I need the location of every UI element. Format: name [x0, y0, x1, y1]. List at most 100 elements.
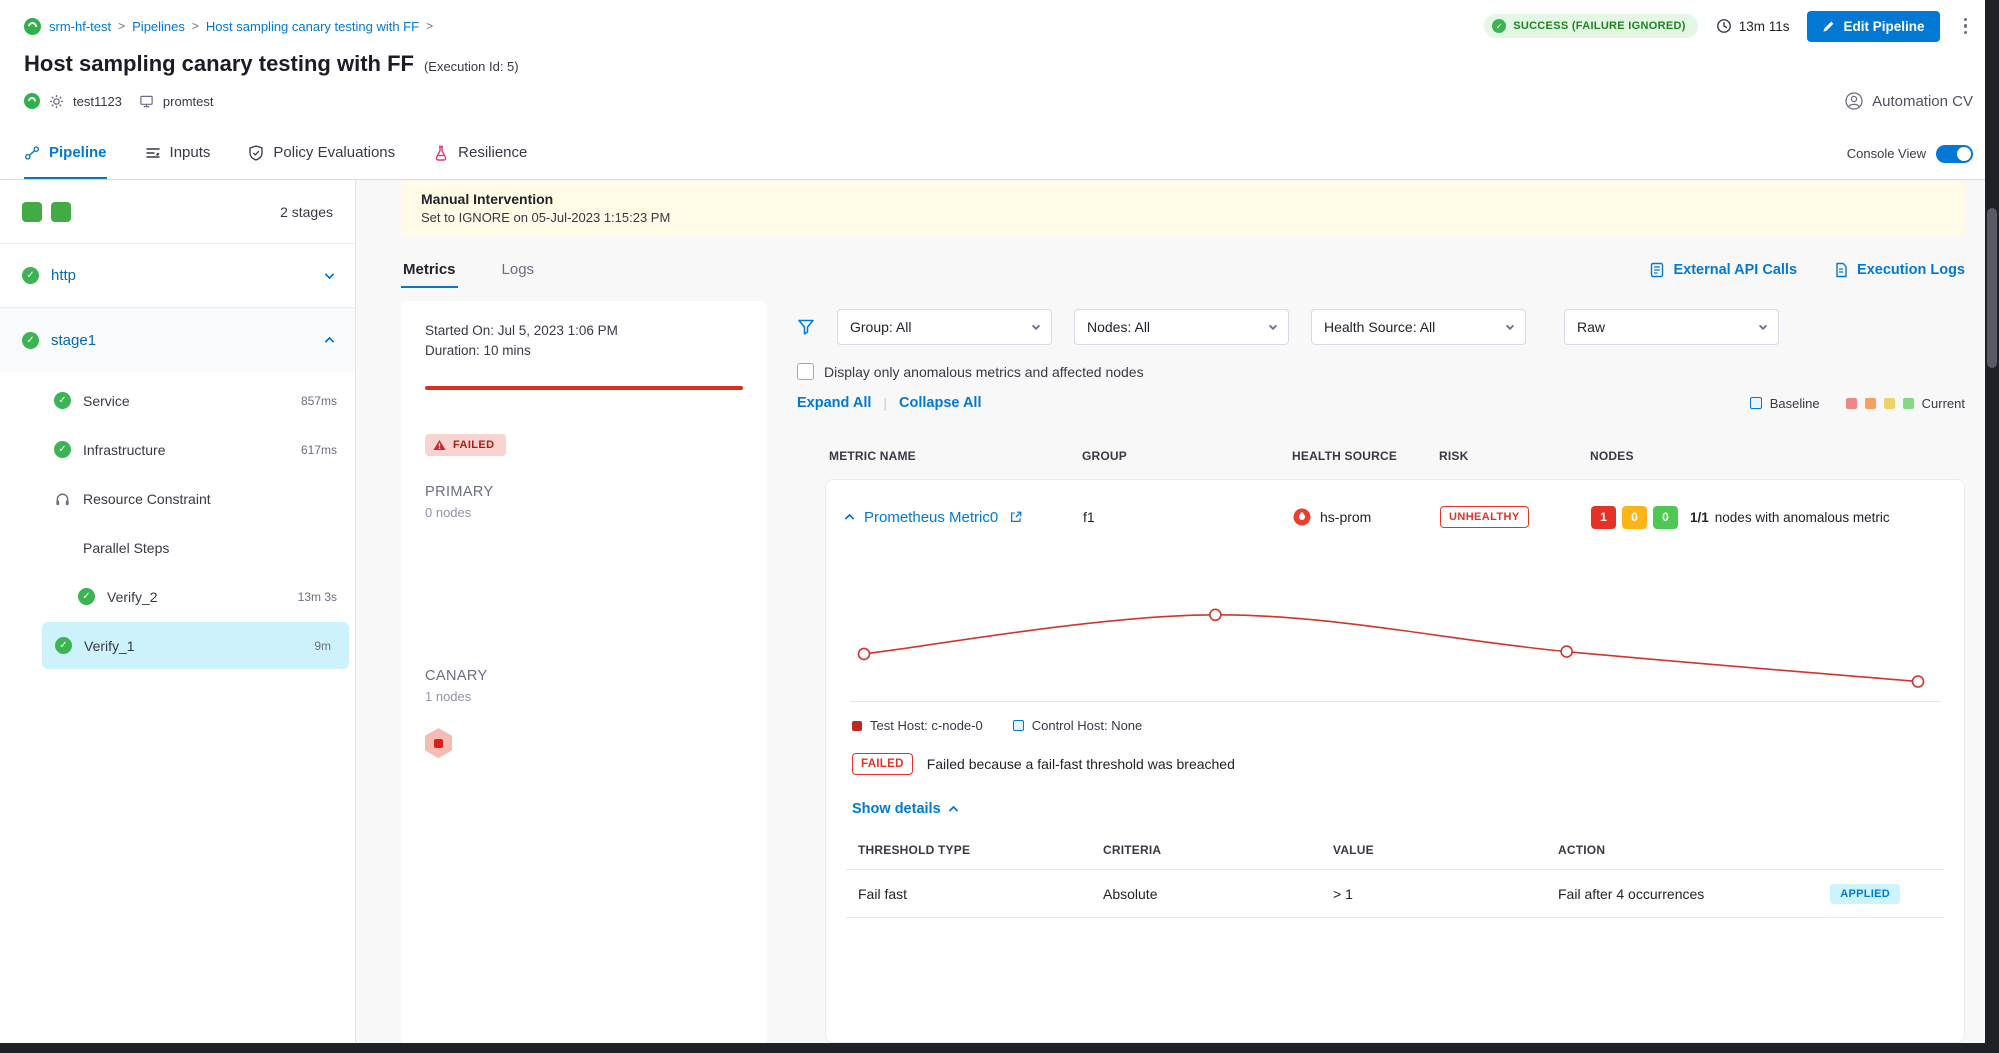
collapse-metric-icon[interactable] — [845, 514, 855, 524]
breadcrumb-pipelines[interactable]: Pipelines — [132, 19, 185, 34]
tab-resilience[interactable]: Resilience — [433, 128, 527, 179]
separator: | — [883, 395, 887, 411]
breadcrumb: srm-hf-test > Pipelines > Host sampling … — [49, 19, 433, 34]
risk-badge: UNHEALTHY — [1440, 506, 1529, 528]
vertical-scrollbar[interactable] — [1985, 0, 1999, 1053]
data-type-dropdown[interactable]: Raw — [1564, 309, 1779, 345]
inputs-icon — [145, 145, 161, 161]
current-swatch-green — [1903, 398, 1914, 409]
success-check-icon — [22, 332, 39, 349]
expand-all-link[interactable]: Expand All — [797, 395, 871, 411]
step-row-resource-constraint[interactable]: Resource Constraint — [0, 474, 355, 523]
metrics-analysis-area: Group: All Nodes: All Health Source: All — [797, 301, 1965, 1053]
artifact-name: promtest — [163, 94, 214, 109]
execution-body: 2 stages http stage1 Service 857ms — [0, 180, 1999, 1053]
chevron-down-icon — [1032, 321, 1040, 329]
breadcrumb-project[interactable]: srm-hf-test — [49, 19, 111, 34]
group-filter-value: Group: All — [850, 319, 911, 335]
console-view-toggle[interactable] — [1936, 145, 1973, 163]
step-label: Infrastructure — [83, 442, 165, 458]
horizontal-scrollbar[interactable] — [0, 1043, 1999, 1053]
step-row-parallel-steps[interactable]: Parallel Steps — [0, 523, 355, 572]
success-check-icon — [54, 441, 71, 458]
status-badge-label: SUCCESS (FAILURE IGNORED) — [1513, 20, 1686, 32]
control-host-label: Control Host: None — [1032, 718, 1143, 733]
col-metric-name: METRIC NAME — [829, 449, 1082, 463]
breadcrumb-separator: > — [426, 19, 433, 33]
banner-subtitle: Set to IGNORE on 05-Jul-2023 1:15:23 PM — [421, 210, 1945, 225]
breadcrumb-separator: > — [118, 19, 125, 33]
title-row: Host sampling canary testing with FF (Ex… — [24, 44, 1973, 84]
chart-legend: Test Host: c-node-0 Control Host: None — [846, 718, 1944, 733]
success-check-icon — [1492, 19, 1506, 33]
filter-funnel-icon[interactable] — [797, 318, 815, 336]
canary-node-hexagon[interactable] — [425, 728, 452, 758]
step-duration: 617ms — [301, 443, 337, 457]
step-row-verify-1[interactable]: Verify_1 9m — [42, 622, 349, 669]
col-nodes: NODES — [1590, 449, 1965, 463]
health-source-filter-value: Health Source: All — [1324, 319, 1435, 335]
show-details-toggle[interactable]: Show details — [846, 801, 1944, 817]
health-source-filter-dropdown[interactable]: Health Source: All — [1311, 309, 1526, 345]
chart-color-legend: Baseline Current — [1750, 396, 1965, 411]
stage-row-http[interactable]: http — [0, 244, 355, 308]
verification-panels: Started On: Jul 5, 2023 1:06 PM Duration… — [401, 301, 1965, 1053]
failure-message-row: FAILED Failed because a fail-fast thresh… — [846, 753, 1944, 775]
elapsed-time-value: 13m 11s — [1739, 19, 1790, 34]
elapsed-time: 13m 11s — [1716, 18, 1790, 34]
stage-row-stage1[interactable]: stage1 — [0, 308, 355, 372]
collapse-all-link[interactable]: Collapse All — [899, 395, 981, 411]
tab-inputs[interactable]: Inputs — [145, 128, 211, 179]
step-list: Service 857ms Infrastructure 617ms Resou… — [0, 372, 355, 680]
node-count-healthy[interactable]: 0 — [1653, 506, 1678, 529]
step-row-verify-2[interactable]: Verify_2 13m 3s — [0, 572, 355, 621]
manual-intervention-banner: Manual Intervention Set to IGNORE on 05-… — [401, 182, 1965, 235]
tab-policy-evaluations-label: Policy Evaluations — [273, 144, 395, 161]
edit-pipeline-button[interactable]: Edit Pipeline — [1807, 11, 1939, 42]
tab-pipeline[interactable]: Pipeline — [24, 128, 107, 179]
step-row-service[interactable]: Service 857ms — [0, 376, 355, 425]
vertical-scrollbar-thumb[interactable] — [1987, 208, 1997, 368]
current-swatch-yellow — [1884, 398, 1895, 409]
anomalous-checkbox[interactable] — [797, 363, 814, 380]
execution-logs-link[interactable]: Execution Logs — [1833, 262, 1965, 278]
node-count-unhealthy[interactable]: 1 — [1591, 506, 1616, 529]
action-value: Fail after 4 occurrences — [1558, 886, 1704, 902]
stage-label: http — [51, 267, 76, 284]
verification-progress-bar — [425, 386, 743, 390]
chevron-up-icon — [948, 806, 958, 816]
chevron-up-icon — [325, 337, 335, 347]
step-label: Service — [83, 393, 130, 409]
chevron-down-icon — [1759, 321, 1767, 329]
nodes-filter-value: Nodes: All — [1087, 319, 1150, 335]
stage-chip-1[interactable] — [22, 202, 42, 222]
service-name: test1123 — [73, 94, 122, 109]
applied-badge: APPLIED — [1830, 884, 1900, 904]
group-filter-dropdown[interactable]: Group: All — [837, 309, 1052, 345]
metrics-table-header: METRIC NAME GROUP HEALTH SOURCE RISK NOD… — [797, 449, 1965, 463]
external-link-icon[interactable] — [1009, 510, 1023, 524]
step-label: Verify_2 — [107, 589, 158, 605]
external-api-calls-link[interactable]: External API Calls — [1649, 262, 1797, 278]
app-root: srm-hf-test > Pipelines > Host sampling … — [0, 0, 1999, 1053]
baseline-swatch — [1750, 397, 1762, 409]
primary-node-count: 0 nodes — [425, 505, 743, 520]
breadcrumb-pipeline[interactable]: Host sampling canary testing with FF — [206, 19, 419, 34]
node-count-warning[interactable]: 0 — [1622, 506, 1647, 529]
tab-policy-evaluations[interactable]: Policy Evaluations — [248, 128, 395, 179]
warning-triangle-icon — [433, 439, 446, 451]
tab-resilience-label: Resilience — [458, 144, 527, 161]
user-icon — [1845, 92, 1863, 110]
tab-logs[interactable]: Logs — [500, 253, 537, 288]
step-links: External API Calls Execution Logs — [1649, 262, 1965, 278]
step-row-infrastructure[interactable]: Infrastructure 617ms — [0, 425, 355, 474]
verification-summary-card: Started On: Jul 5, 2023 1:06 PM Duration… — [401, 301, 767, 1053]
tab-metrics[interactable]: Metrics — [401, 253, 458, 288]
metric-name-link[interactable]: Prometheus Metric0 — [864, 509, 998, 526]
step-duration: 857ms — [301, 394, 337, 408]
stage-chip-2[interactable] — [51, 202, 71, 222]
metric-chart — [850, 564, 1940, 702]
more-options-icon[interactable] — [1958, 14, 1974, 39]
nodes-filter-dropdown[interactable]: Nodes: All — [1074, 309, 1289, 345]
stages-sidebar: 2 stages http stage1 Service 857ms — [0, 180, 356, 1053]
